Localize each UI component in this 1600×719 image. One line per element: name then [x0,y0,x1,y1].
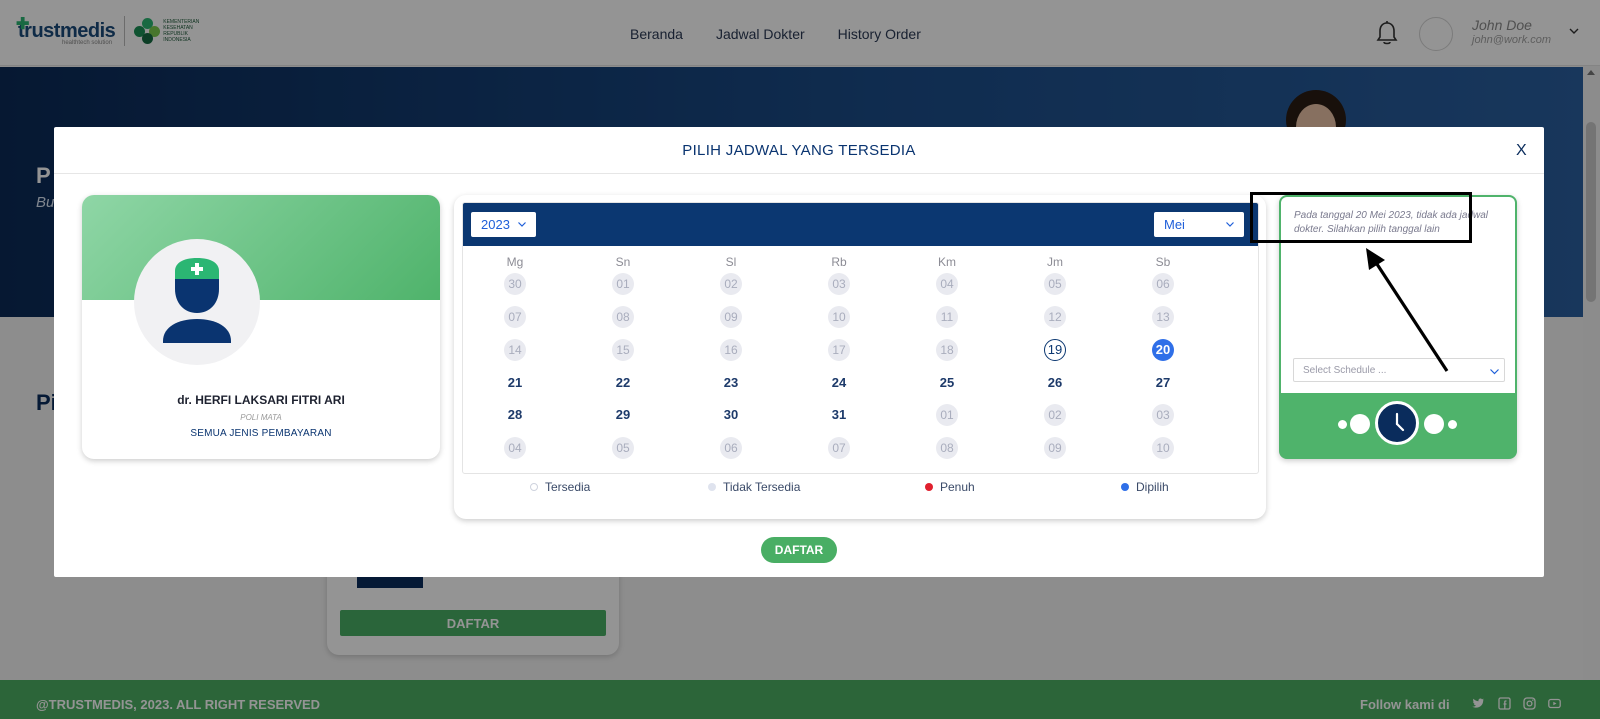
calendar-day[interactable]: 30 [720,404,742,426]
calendar-day: 15 [612,339,634,361]
calendar-day: 10 [1152,437,1174,459]
weekday-label: Sl [725,255,737,269]
weekday-label: Rb [831,255,847,269]
decor-dot [1350,414,1370,434]
decor-dot [1448,420,1457,429]
calendar-day: 09 [1044,437,1066,459]
calendar-day: 30 [504,273,526,295]
weekday-row: Mg Sn Sl Rb Km Jm Sb [463,255,1258,269]
legend-item: Tidak Tersedia [708,480,800,494]
doctor-card: dr. HERFI LAKSARI FITRI ARI POLI MATA SE… [82,195,440,459]
calendar-day: 05 [612,437,634,459]
calendar-day[interactable]: 25 [936,372,958,394]
legend-label: Tidak Tersedia [723,480,801,494]
calendar-day: 04 [936,273,958,295]
calendar-day[interactable]: 21 [504,372,526,394]
month-select[interactable]: Mei [1154,212,1244,237]
decor-dot [1338,420,1347,429]
legend-label: Dipilih [1136,480,1169,494]
calendar-day: 01 [612,273,634,295]
modal-title: PILIH JADWAL YANG TERSEDIA [682,142,916,159]
calendar-day: 11 [936,306,958,328]
weekday-label: Km [938,255,956,269]
calendar-day[interactable]: 24 [828,372,850,394]
calendar-day: 07 [828,437,850,459]
calendar-day: 10 [828,306,850,328]
legend-dot-icon [530,483,538,491]
daftar-button[interactable]: DAFTAR [761,537,837,563]
calendar-day: 01 [936,404,958,426]
schedule-select[interactable]: Select Schedule ... [1293,358,1505,382]
annotation-highlight-box [1250,192,1472,243]
calendar-day: 03 [828,273,850,295]
year-select[interactable]: 2023 [471,212,536,237]
calendar-day: 06 [720,437,742,459]
calendar-day[interactable]: 29 [612,404,634,426]
calendar-day: 14 [504,339,526,361]
weekday-label: Sb [1155,255,1171,269]
calendar: 2023 Mei Mg Sn Sl Rb Km Jm Sb 30 01 02 03 04 05 06 07… [462,202,1259,474]
calendar-day: 04 [504,437,526,459]
calendar-day[interactable]: 22 [612,372,634,394]
legend-item: Tersedia [530,480,590,494]
calendar-day: 12 [1044,306,1066,328]
calendar-day: 03 [1152,404,1174,426]
weekday-label: Mg [506,255,524,269]
doctor-name: dr. HERFI LAKSARI FITRI ARI [177,393,345,407]
calendar-card: 2023 Mei Mg Sn Sl Rb Km Jm Sb 30 01 02 03 04 05 06 07… [454,195,1266,519]
calendar-day: 07 [504,306,526,328]
calendar-header: 2023 Mei [463,203,1258,246]
weekday-label: Sn [615,255,631,269]
calendar-day[interactable]: 28 [504,404,526,426]
month-value: Mei [1164,217,1185,232]
clock-icon [1375,401,1419,445]
calendar-day: 09 [720,306,742,328]
chevron-down-icon [518,222,526,227]
calendar-day: 05 [1044,273,1066,295]
chevron-down-icon [1490,369,1499,375]
calendar-day: 06 [1152,273,1174,295]
calendar-day[interactable]: 26 [1044,372,1066,394]
close-button[interactable]: X [1516,142,1527,160]
year-value: 2023 [481,217,510,232]
weekday-label: Jm [1047,255,1063,269]
legend-label: Penuh [940,480,975,494]
legend-dot-icon [925,483,933,491]
doctor-payment: SEMUA JENIS PEMBAYARAN [190,428,332,439]
legend-item: Dipilih [1121,480,1169,494]
calendar-day: 18 [936,339,958,361]
calendar-day[interactable]: 23 [720,372,742,394]
calendar-day: 08 [936,437,958,459]
calendar-day[interactable]: 31 [828,404,850,426]
calendar-day[interactable]: 27 [1152,372,1174,394]
modal-header: PILIH JADWAL YANG TERSEDIA X [54,127,1544,174]
chevron-down-icon [1226,222,1234,227]
calendar-day: 17 [828,339,850,361]
calendar-day: 02 [720,273,742,295]
calendar-day: 16 [720,339,742,361]
calendar-day: 13 [1152,306,1174,328]
legend-dot-icon [708,483,716,491]
legend-label: Tersedia [545,480,591,494]
legend-item: Penuh [925,480,975,494]
schedule-select-placeholder: Select Schedule ... [1303,365,1387,376]
doctor-poli: POLI MATA [240,413,282,422]
doctor-icon [163,258,231,343]
calendar-day: 08 [612,306,634,328]
calendar-day-selected[interactable]: 20 [1152,339,1174,361]
legend-dot-icon [1121,483,1129,491]
calendar-day: 02 [1044,404,1066,426]
decor-dot [1424,414,1444,434]
calendar-day-today[interactable]: 19 [1044,339,1066,361]
doctor-avatar [134,239,260,365]
